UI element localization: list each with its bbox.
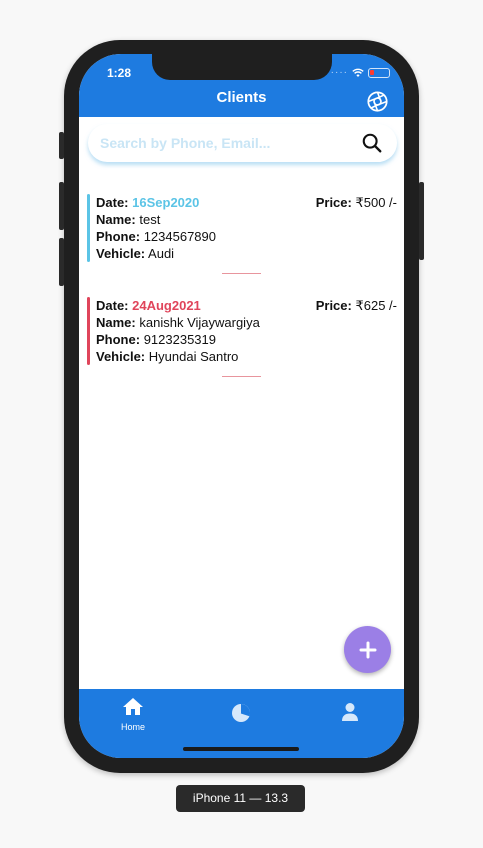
simulator-stage: 1:28 ···· Clients Search by Phone, Email… (0, 0, 483, 848)
add-client-button[interactable] (344, 626, 391, 673)
volume-down-button (59, 238, 64, 286)
app-screen: 1:28 ···· Clients Search by Phone, Email… (79, 54, 404, 758)
client-card[interactable]: Date: 16Sep2020 Name: test Phone: 123456… (87, 194, 397, 262)
price-label: Price: (315, 298, 352, 313)
nav-item-profile[interactable] (320, 702, 380, 727)
battery-icon (368, 67, 390, 78)
nav-home-label: Home (120, 722, 145, 732)
aperture-icon[interactable] (367, 91, 388, 112)
page-title: Clients (216, 89, 267, 106)
card-accent-bar (87, 297, 90, 365)
client-price: ₹625 /- (355, 298, 397, 313)
status-indicators: ···· (331, 67, 390, 78)
mute-switch (59, 132, 64, 159)
plus-icon (359, 641, 376, 658)
price-label: Price: (315, 195, 352, 210)
client-phone: 9123235319 (143, 332, 216, 347)
client-name: kanishk Vijaywargiya (139, 315, 260, 330)
card-divider (222, 376, 261, 377)
nav-item-home[interactable]: Home (103, 697, 163, 732)
card-details: Date: 24Aug2021 Name: kanishk Vijaywargi… (96, 297, 260, 365)
power-button (419, 182, 424, 260)
signal-icon: ···· (330, 67, 348, 78)
home-indicator (183, 747, 299, 751)
card-accent-bar (87, 194, 90, 262)
search-input[interactable] (100, 135, 340, 151)
search-bar (88, 124, 397, 162)
vehicle-label: Vehicle: (96, 349, 146, 364)
status-time: 1:28 (107, 66, 132, 80)
client-date: 16Sep2020 (132, 195, 200, 210)
client-phone: 1234567890 (143, 229, 216, 244)
app-bar: 1:28 ···· Clients (79, 54, 404, 117)
client-price: ₹500 /- (355, 195, 397, 210)
client-price-line: Price: ₹625 /- (316, 297, 397, 314)
bottom-nav: Home (79, 689, 404, 758)
phone-label: Phone: (96, 229, 141, 244)
client-vehicle: Audi (148, 246, 175, 261)
phone-frame: 1:28 ···· Clients Search by Phone, Email… (59, 40, 424, 773)
card-details: Date: 16Sep2020 Name: test Phone: 123456… (96, 194, 216, 262)
client-card[interactable]: Date: 24Aug2021 Name: kanishk Vijaywargi… (87, 297, 397, 365)
name-label: Name: (96, 212, 136, 227)
volume-up-button (59, 182, 64, 230)
phone-label: Phone: (96, 332, 141, 347)
nav-item-stats[interactable] (211, 703, 271, 728)
date-label: Date: (96, 195, 129, 210)
client-price-line: Price: ₹500 /- (316, 194, 397, 211)
client-name: test (139, 212, 161, 227)
vehicle-label: Vehicle: (96, 246, 146, 261)
client-vehicle: Hyundai Santro (148, 349, 239, 364)
notch (152, 54, 332, 80)
name-label: Name: (96, 315, 136, 330)
date-label: Date: (96, 298, 129, 313)
device-label: iPhone 11 — 13.3 (176, 785, 305, 812)
home-icon (123, 698, 143, 715)
search-icon[interactable] (361, 132, 383, 154)
wifi-icon (352, 68, 364, 77)
card-divider (222, 273, 261, 274)
pie-chart-icon (232, 703, 251, 722)
client-date: 24Aug2021 (132, 298, 201, 313)
person-icon (342, 703, 358, 721)
